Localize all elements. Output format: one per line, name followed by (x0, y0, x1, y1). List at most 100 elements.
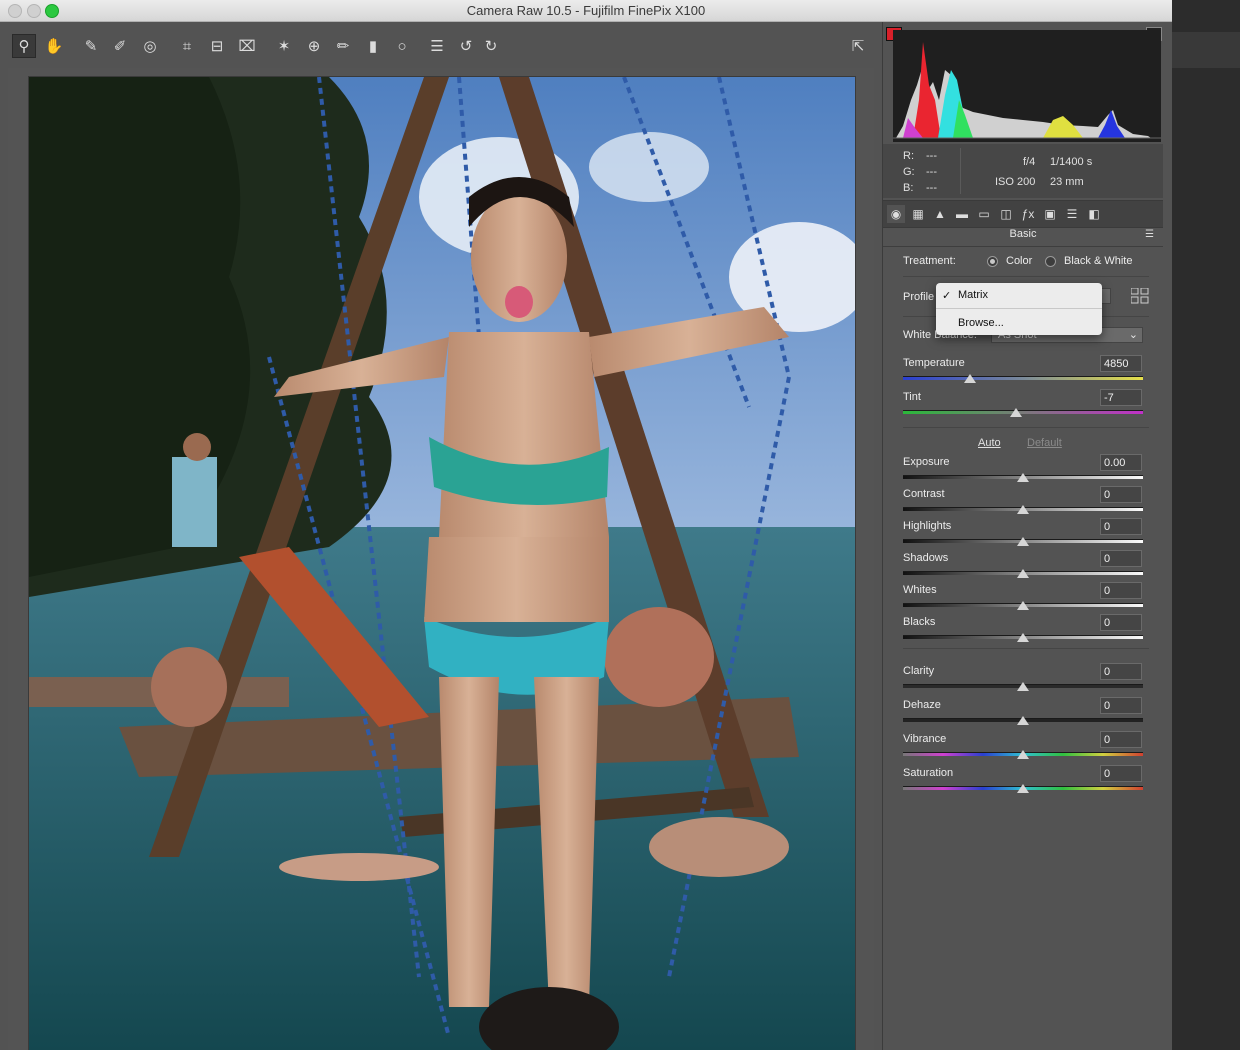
hand-tool-button[interactable]: ✋ (43, 35, 65, 57)
tab-lens-corrections[interactable]: ◫ (997, 205, 1015, 223)
tab-presets[interactable]: ☰ (1063, 205, 1081, 223)
lens-corrections-tab-icon: ◫ (1000, 207, 1012, 221)
crop-icon: ⌗ (182, 37, 192, 55)
white-balance-tool-button[interactable]: ✎ (80, 35, 102, 57)
tint-slider-track[interactable] (903, 410, 1143, 414)
profile-menu-item-label: Matrix (958, 289, 988, 301)
temperature-label: Temperature (903, 357, 965, 369)
profile-menu-item-browse[interactable]: Browse... (936, 313, 1102, 333)
section-title: Basic (1009, 228, 1037, 240)
hand-icon: ✋ (44, 37, 64, 55)
vibrance-label: Vibrance (903, 733, 947, 745)
tint-field[interactable]: -7 (1100, 389, 1142, 406)
dehaze-slider-thumb[interactable] (1017, 716, 1029, 725)
blacks-field[interactable]: 0 (1100, 614, 1142, 631)
exposure-label: Exposure (903, 456, 950, 468)
treatment-label: Treatment: (903, 255, 956, 267)
presets-button[interactable]: ☰ (426, 35, 448, 57)
clarity-field[interactable]: 0 (1100, 663, 1142, 680)
panel-menu-icon[interactable]: ☰ (1145, 229, 1155, 240)
temperature-field[interactable]: 4850 (1100, 355, 1142, 372)
tab-snapshots[interactable]: ◧ (1085, 205, 1103, 223)
iso-value: ISO 200 (995, 176, 1036, 188)
open-in-photoshop-button[interactable]: ⇱ (847, 35, 869, 57)
presets-tab-icon: ☰ (1066, 207, 1078, 221)
contrast-field[interactable]: 0 (1100, 486, 1142, 503)
tab-hsl[interactable]: ▬ (953, 205, 971, 223)
color-sampler-icon: ✐ (113, 37, 127, 55)
tab-calibration[interactable]: ▣ (1041, 205, 1059, 223)
clarity-slider-thumb[interactable] (1017, 682, 1029, 691)
rotate-left-button[interactable]: ↺ (455, 35, 477, 57)
aperture-value: f/4 (1023, 156, 1036, 168)
temperature-slider-track[interactable] (903, 376, 1143, 380)
red-eye-icon: ⊕ (307, 37, 321, 55)
graduated-filter-icon: ▮ (368, 37, 378, 55)
treatment-color-radio[interactable] (987, 256, 998, 267)
histogram (893, 30, 1161, 142)
split-toning-tab-icon: ▭ (978, 207, 990, 221)
clarity-label: Clarity (903, 665, 935, 677)
whites-field[interactable]: 0 (1100, 582, 1142, 599)
tab-detail[interactable]: ▲ (931, 205, 949, 223)
targeted-adjustment-icon: ◎ (143, 37, 157, 55)
shadows-label: Shadows (903, 552, 949, 564)
saturation-field[interactable]: 0 (1100, 765, 1142, 782)
zoom-tool-button[interactable]: ⚲ (12, 34, 36, 58)
tab-tone-curve[interactable]: ▦ (909, 205, 927, 223)
treatment-bw-radio[interactable] (1045, 256, 1056, 267)
radial-filter-tool-button[interactable]: ○ (391, 35, 413, 57)
r-value: --- (926, 150, 937, 162)
temperature-slider-thumb[interactable] (964, 374, 977, 383)
profile-dropdown-menu: ✓ Matrix Browse... (936, 283, 1102, 335)
highlights-field[interactable]: 0 (1100, 518, 1142, 535)
graduated-filter-tool-button[interactable]: ▮ (362, 35, 384, 57)
shadows-slider-thumb[interactable] (1017, 569, 1029, 578)
auto-button[interactable]: Auto (978, 437, 1001, 449)
rotate-right-button[interactable]: ↻ (480, 35, 502, 57)
contrast-slider-thumb[interactable] (1017, 505, 1029, 514)
image-info: R: --- G: --- B: --- f/4 1/1400 s ISO 20… (883, 144, 1163, 198)
blacks-slider-thumb[interactable] (1017, 633, 1029, 642)
transform-tool-button[interactable]: ⌧ (236, 35, 258, 57)
exposure-slider-thumb[interactable] (1017, 473, 1029, 482)
photo-preview[interactable] (28, 76, 856, 1050)
vibrance-slider-thumb[interactable] (1017, 750, 1029, 759)
tab-split-toning[interactable]: ▭ (975, 205, 993, 223)
profile-browser-icon[interactable] (1130, 287, 1149, 304)
shadows-field[interactable]: 0 (1100, 550, 1142, 567)
highlights-slider-thumb[interactable] (1017, 537, 1029, 546)
red-eye-tool-button[interactable]: ⊕ (303, 35, 325, 57)
highlights-label: Highlights (903, 520, 952, 532)
tint-slider-thumb[interactable] (1009, 408, 1022, 417)
spot-removal-icon: ✶ (277, 37, 291, 55)
crop-tool-button[interactable]: ⌗ (176, 35, 198, 57)
adjustment-brush-icon: ✏ (336, 37, 350, 55)
radial-filter-icon: ○ (397, 37, 407, 55)
vibrance-field[interactable]: 0 (1100, 731, 1142, 748)
divider (903, 276, 1149, 277)
divider (903, 427, 1149, 428)
profile-menu-item-matrix[interactable]: ✓ Matrix (936, 285, 1102, 305)
title-bar: Camera Raw 10.5 - Fujifilm FinePix X100 (0, 0, 1172, 22)
checkmark-icon: ✓ (942, 290, 952, 302)
saturation-slider-thumb[interactable] (1017, 784, 1029, 793)
panel-tabs: ◉ ▦ ▲ ▬ ▭ ◫ ƒx ▣ ☰ ◧ (883, 200, 1163, 228)
focal-length-value: 23 mm (1050, 176, 1084, 188)
tab-effects[interactable]: ƒx (1019, 205, 1037, 223)
straighten-tool-button[interactable]: ⊟ (206, 35, 228, 57)
adjustments-panel: R: --- G: --- B: --- f/4 1/1400 s ISO 20… (882, 22, 1163, 1050)
detail-tab-icon: ▲ (934, 207, 946, 221)
default-button[interactable]: Default (1027, 437, 1062, 449)
color-sampler-tool-button[interactable]: ✐ (109, 35, 131, 57)
exposure-field[interactable]: 0.00 (1100, 454, 1142, 471)
tab-basic[interactable]: ◉ (887, 205, 905, 223)
spot-removal-tool-button[interactable]: ✶ (273, 35, 295, 57)
targeted-adjustment-tool-button[interactable]: ◎ (139, 35, 161, 57)
saturation-label: Saturation (903, 767, 954, 779)
snapshots-tab-icon: ◧ (1088, 207, 1100, 221)
chevron-down-icon: ⌄ (1128, 329, 1138, 341)
dehaze-field[interactable]: 0 (1100, 697, 1142, 714)
adjustment-brush-tool-button[interactable]: ✏ (332, 35, 354, 57)
whites-slider-thumb[interactable] (1017, 601, 1029, 610)
